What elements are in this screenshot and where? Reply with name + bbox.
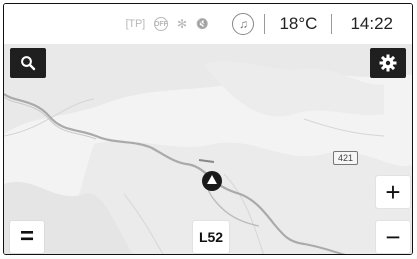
status-bar: [TP] OFF ✻ 🔇 ♫ 18°C 14:22: [4, 4, 412, 44]
gear-icon: [379, 54, 397, 72]
navigation-map[interactable]: 421 = L52 + −: [4, 44, 412, 254]
zoom-in-label: +: [385, 176, 401, 207]
zoom-in-button[interactable]: +: [376, 176, 410, 208]
bluetooth-icon: ✻: [176, 17, 188, 31]
vehicle-position-marker: [202, 171, 222, 191]
traffic-program-indicator: [TP]: [125, 18, 146, 30]
outside-temperature: 18°C: [279, 14, 318, 33]
road-label: L52: [198, 229, 224, 245]
off-indicator-icon: OFF: [153, 17, 168, 31]
music-glyph: ♫: [238, 17, 248, 31]
road-label-button[interactable]: L52: [193, 221, 229, 253]
search-icon: [21, 56, 36, 71]
zoom-out-label: −: [385, 221, 401, 252]
search-button[interactable]: [10, 48, 46, 78]
clock: 14:22: [350, 14, 393, 33]
infotainment-screen: [TP] OFF ✻ 🔇 ♫ 18°C 14:22 421 = L52 + −: [3, 3, 413, 255]
status-indicators: [TP] OFF ✻ 🔇: [125, 17, 209, 31]
mute-icon: 🔇: [196, 18, 209, 30]
settings-button[interactable]: [370, 48, 406, 78]
menu-label: =: [19, 223, 34, 250]
zoom-out-button[interactable]: −: [376, 221, 410, 253]
road-number-sign: 421: [333, 151, 359, 165]
music-icon[interactable]: ♫: [232, 13, 255, 35]
menu-button[interactable]: =: [10, 221, 44, 253]
